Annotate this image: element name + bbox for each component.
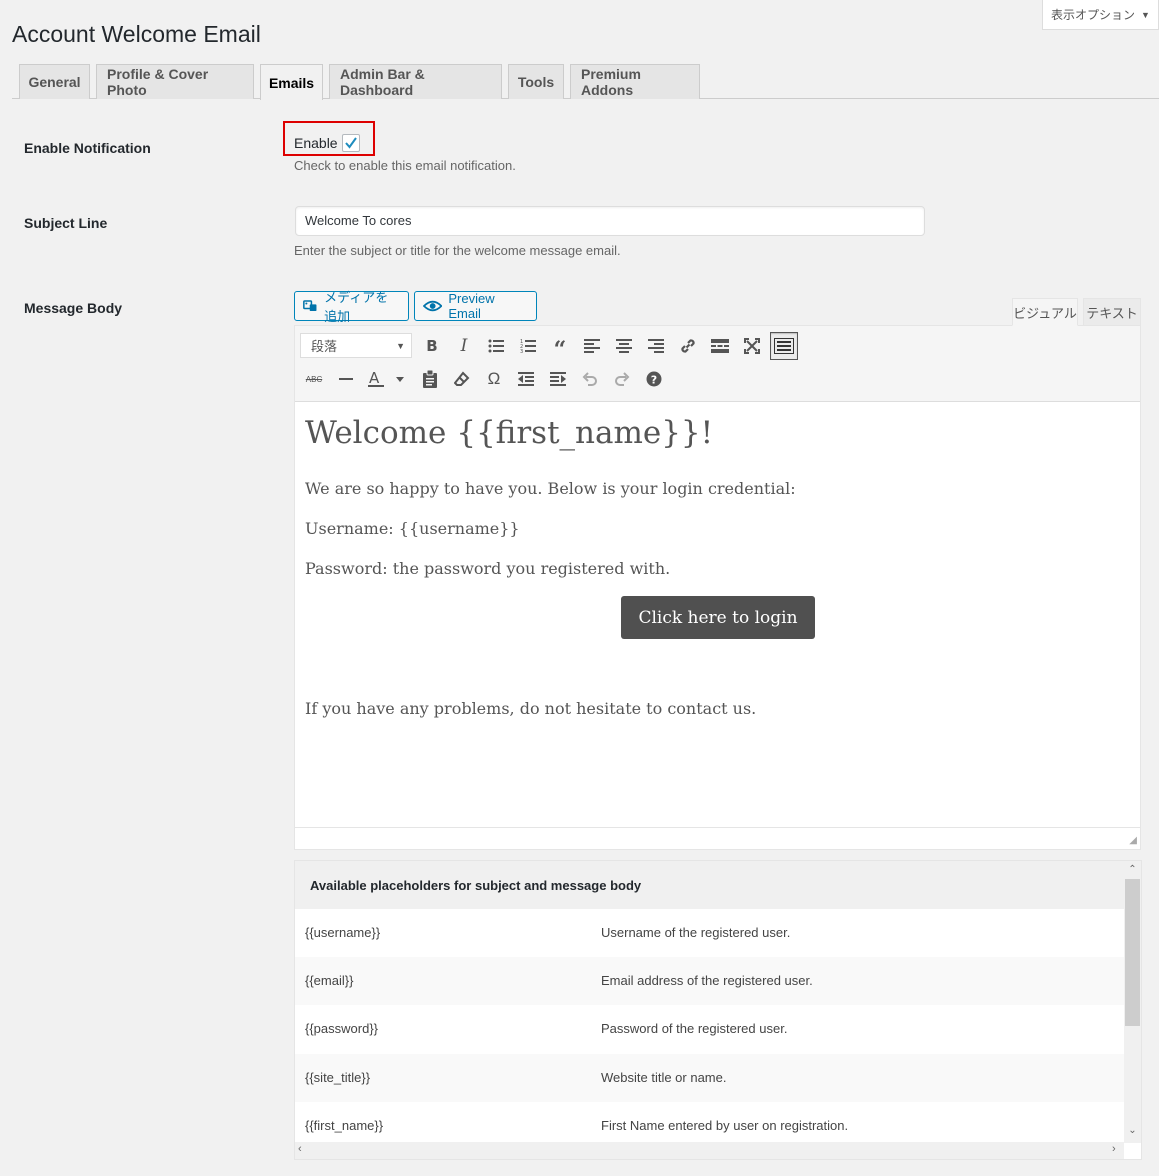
subject-line-label: Subject Line: [24, 215, 108, 231]
svg-text:3: 3: [520, 349, 523, 354]
page-title: Account Welcome Email: [12, 21, 261, 47]
tab-emails[interactable]: Emails: [260, 64, 323, 100]
placeholder-key: {{site_title}}: [305, 1070, 371, 1085]
enable-checkbox[interactable]: [341, 134, 360, 152]
read-more-icon[interactable]: [706, 332, 734, 360]
tab-premium-addons[interactable]: Premium Addons: [570, 64, 700, 99]
table-row: {{password}} Password of the registered …: [295, 1005, 1124, 1053]
link-icon[interactable]: [674, 332, 702, 360]
numbered-list-icon[interactable]: 123: [514, 332, 542, 360]
text-color-icon[interactable]: A: [364, 365, 408, 393]
table-row: {{email}} Email address of the registere…: [295, 957, 1124, 1005]
align-left-icon[interactable]: [578, 332, 606, 360]
add-media-button[interactable]: メディアを追加: [294, 290, 409, 324]
format-select-value: 段落: [311, 339, 338, 354]
placeholder-desc: Username of the registered user.: [601, 925, 791, 940]
bullet-list-icon[interactable]: [482, 332, 510, 360]
settings-tabs: General Profile & Cover Photo Emails Adm…: [12, 64, 1159, 100]
italic-icon[interactable]: I: [450, 332, 478, 360]
placeholder-key: {{password}}: [305, 1021, 379, 1036]
intro-paragraph: We are so happy to have you. Below is yo…: [305, 479, 796, 498]
username-paragraph: Username: {{username}}: [305, 519, 520, 538]
scroll-left-icon[interactable]: ‹: [298, 1143, 302, 1155]
placeholder-desc: Website title or name.: [601, 1070, 727, 1085]
format-select[interactable]: 段落 ▼: [300, 333, 412, 358]
outdent-icon[interactable]: [512, 365, 540, 393]
add-media-label: メディアを追加: [324, 290, 389, 324]
editor-statusbar: ◢: [295, 827, 1140, 849]
scroll-up-icon[interactable]: ⌃: [1124, 864, 1141, 875]
placeholder-key: {{username}}: [305, 925, 381, 940]
password-paragraph: Password: the password you registered wi…: [305, 559, 671, 578]
enable-description: Check to enable this email notification.: [294, 158, 516, 173]
tab-admin-bar-dashboard[interactable]: Admin Bar & Dashboard: [329, 64, 502, 99]
tab-visual[interactable]: ビジュアル: [1012, 298, 1078, 326]
scroll-down-icon[interactable]: ⌄: [1124, 1125, 1141, 1136]
bold-icon[interactable]: B: [418, 332, 446, 360]
placeholder-key: {{email}}: [305, 973, 354, 988]
media-icon: [303, 300, 317, 312]
resize-handle-icon[interactable]: ◢: [1129, 835, 1137, 846]
align-center-icon[interactable]: [610, 332, 638, 360]
tab-general[interactable]: General: [19, 64, 90, 99]
blockquote-icon[interactable]: “: [546, 332, 574, 363]
svg-text:A: A: [369, 369, 380, 387]
enable-text: Enable: [294, 135, 338, 151]
message-body-label: Message Body: [24, 300, 123, 316]
screen-options-button[interactable]: 表示オプション ▼: [1042, 0, 1159, 30]
scroll-right-icon[interactable]: ›: [1112, 1143, 1116, 1155]
caret-down-icon: ▼: [396, 340, 405, 351]
svg-text:?: ?: [651, 374, 657, 387]
subject-description: Enter the subject or title for the welco…: [294, 243, 621, 258]
placeholder-desc: First Name entered by user on registrati…: [601, 1118, 849, 1133]
special-character-icon[interactable]: Ω: [480, 365, 508, 393]
table-row: {{site_title}} Website title or name.: [295, 1054, 1124, 1102]
vertical-scrollbar[interactable]: ⌃ ⌄: [1124, 861, 1141, 1143]
table-row: {{username}} Username of the registered …: [295, 909, 1124, 957]
strikethrough-icon[interactable]: ABC: [300, 365, 328, 393]
preview-email-button[interactable]: Preview Email: [414, 291, 537, 321]
horizontal-scrollbar[interactable]: ‹ ›: [295, 1142, 1124, 1159]
tab-profile-cover-photo[interactable]: Profile & Cover Photo: [96, 64, 254, 99]
placeholders-title: Available placeholders for subject and m…: [295, 861, 1124, 909]
tab-tools[interactable]: Tools: [508, 64, 564, 99]
login-button[interactable]: Click here to login: [621, 596, 815, 639]
placeholder-key: {{first_name}}: [305, 1118, 384, 1133]
preview-email-label: Preview Email: [448, 291, 495, 321]
redo-icon[interactable]: [608, 365, 636, 393]
editor: 段落 ▼ B I 123 “ ABC A Ω ? Welcome {{first…: [294, 325, 1141, 850]
enable-notification-label: Enable Notification: [24, 140, 151, 156]
contact-paragraph: If you have any problems, do not hesitat…: [305, 699, 757, 718]
help-icon[interactable]: ?: [640, 365, 668, 393]
placeholder-desc: Email address of the registered user.: [601, 973, 813, 988]
caret-down-icon: ▼: [1141, 9, 1150, 20]
indent-icon[interactable]: [544, 365, 572, 393]
clear-formatting-icon[interactable]: [448, 365, 476, 393]
align-right-icon[interactable]: [642, 332, 670, 360]
editor-content[interactable]: Welcome {{first_name}}! We are so happy …: [295, 403, 1140, 827]
subject-input[interactable]: Welcome To cores: [295, 206, 925, 236]
eye-icon: [423, 300, 443, 312]
paste-text-icon[interactable]: [416, 365, 444, 393]
screen-options-label: 表示オプション: [1051, 8, 1136, 22]
placeholders-table: Available placeholders for subject and m…: [294, 860, 1142, 1160]
toolbar-toggle-icon[interactable]: [770, 332, 798, 360]
fullscreen-icon[interactable]: [738, 332, 766, 360]
horizontal-line-icon[interactable]: [332, 365, 360, 393]
editor-toolbar: 段落 ▼ B I 123 “ ABC A Ω ?: [295, 326, 1140, 402]
enable-checkbox-label[interactable]: Enable: [294, 134, 360, 152]
placeholder-desc: Password of the registered user.: [601, 1021, 788, 1036]
scrollbar-thumb[interactable]: [1125, 879, 1140, 1026]
tab-text[interactable]: テキスト: [1083, 298, 1141, 326]
undo-icon[interactable]: [576, 365, 604, 393]
checkmark-icon: [344, 137, 357, 149]
welcome-heading: Welcome {{first_name}}!: [305, 415, 714, 451]
